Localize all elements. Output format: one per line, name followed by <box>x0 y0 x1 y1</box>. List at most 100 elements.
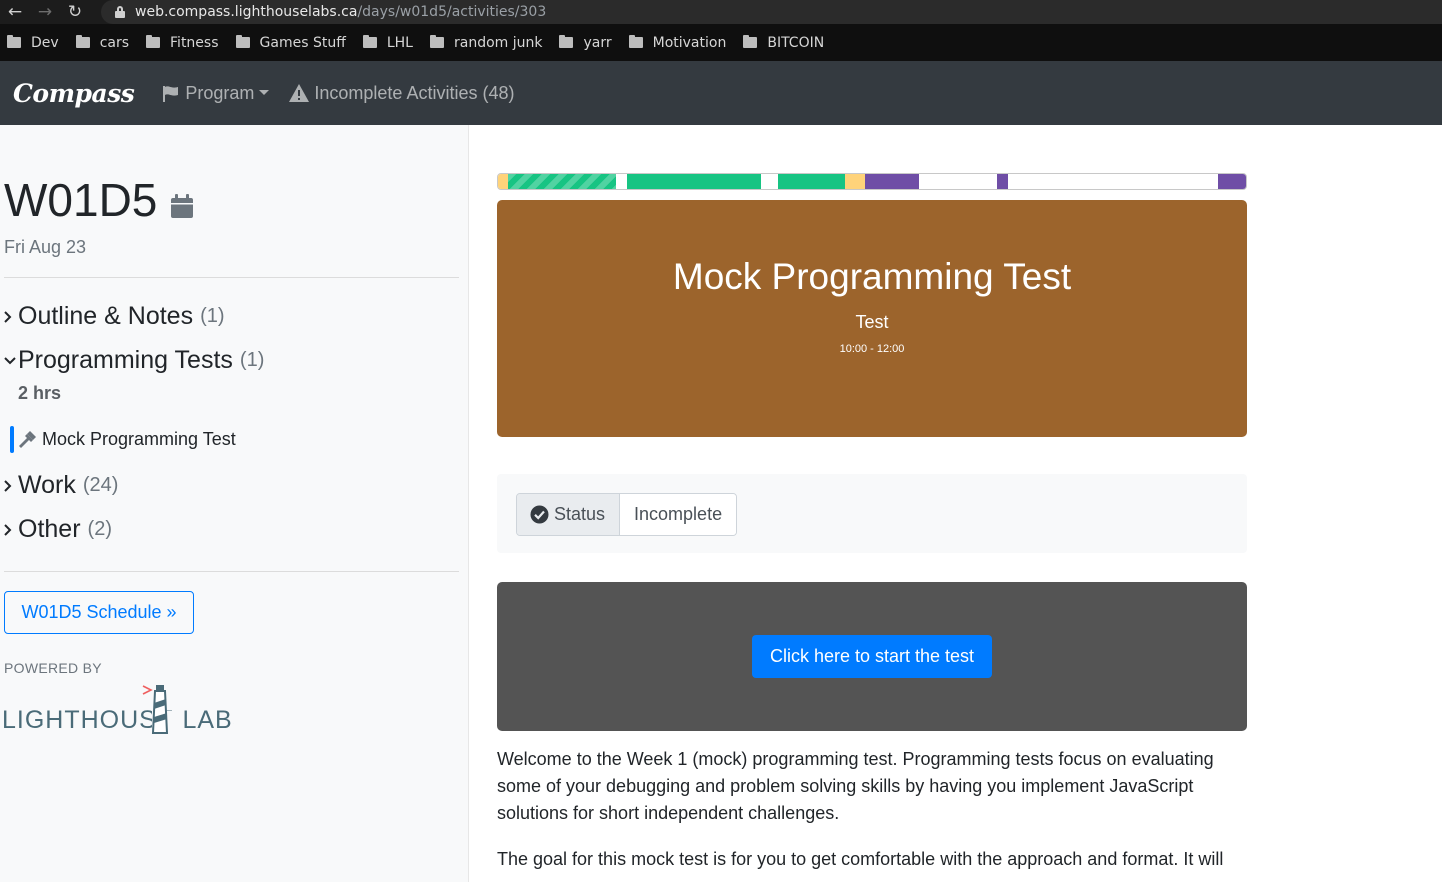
section-other[interactable]: Other (2) <box>4 515 112 544</box>
status-card: Status Incomplete <box>497 474 1247 553</box>
progress-segment[interactable] <box>627 174 761 189</box>
calendar-icon[interactable] <box>171 194 194 218</box>
chevron-right-icon <box>4 479 18 492</box>
progress-segment[interactable] <box>616 174 628 189</box>
progress-segment[interactable] <box>507 174 617 189</box>
folder-icon <box>146 35 161 48</box>
folder-icon <box>743 35 758 48</box>
progress-segment[interactable] <box>845 174 866 189</box>
bookmark-label: Fitness <box>170 34 219 51</box>
program-dropdown[interactable]: Program <box>162 82 270 104</box>
hammer-icon <box>19 430 36 448</box>
bookmark-folder[interactable]: Dev <box>7 35 59 51</box>
powered-by-label: POWERED BY <box>4 660 102 676</box>
bookmark-folder[interactable]: random junk <box>429 35 542 51</box>
activity-title: Mock Programming Test <box>672 256 1072 297</box>
start-test-button[interactable]: Click here to start the test <box>752 635 992 678</box>
section-count: (1) <box>200 305 225 327</box>
activity-hero-card: Mock Programming Test Test 10:00 - 12:00 <box>497 200 1247 437</box>
section-work[interactable]: Work (24) <box>4 471 118 500</box>
incomplete-activities-label: Incomplete Activities (48) <box>314 82 515 103</box>
progress-segment[interactable] <box>498 174 508 189</box>
section-title: Outline & Notes <box>18 302 194 330</box>
bookmarks-bar: Dev cars Fitness Games Stuff LHL random … <box>0 24 1442 61</box>
progress-segment[interactable] <box>919 174 997 189</box>
chevron-right-icon <box>4 523 18 536</box>
progress-segment[interactable] <box>996 174 1009 189</box>
day-schedule-button[interactable]: W01D5 Schedule » <box>4 591 194 634</box>
status-group[interactable]: Status Incomplete <box>516 493 738 536</box>
progress-segment[interactable] <box>865 174 920 189</box>
activity-time: 10:00 - 12:00 <box>839 343 905 355</box>
url-path: /days/w01d5/activities/303 <box>357 4 547 20</box>
status-label-text: Status <box>554 504 606 524</box>
flag-icon <box>163 85 179 102</box>
folder-icon <box>559 35 574 48</box>
day-title-text: W01D5 <box>4 174 158 226</box>
section-count: (24) <box>82 474 119 496</box>
section-outline-notes[interactable]: Outline & Notes (1) <box>4 302 225 331</box>
bookmark-folder[interactable]: yarr <box>559 34 612 51</box>
activity-type: Test <box>855 312 889 332</box>
bookmark-folder[interactable]: LHL <box>362 34 413 51</box>
section-duration: 2 hrs <box>18 383 62 403</box>
folder-icon <box>429 35 444 48</box>
bookmark-folder[interactable]: cars <box>75 34 130 51</box>
folder-icon <box>235 35 250 48</box>
progress-segment[interactable] <box>778 174 846 189</box>
section-title: Programming Tests <box>18 346 233 374</box>
back-arrow-icon[interactable]: ← <box>0 0 30 24</box>
active-indicator <box>10 426 14 453</box>
lock-icon <box>115 6 125 18</box>
activity-label: Mock Programming Test <box>42 429 236 449</box>
description-paragraph: Welcome to the Week 1 (mock) programming… <box>497 749 1214 823</box>
check-circle-icon <box>530 505 549 524</box>
compass-logo[interactable]: Compass <box>13 79 135 108</box>
bookmark-folder[interactable]: Fitness <box>146 35 219 51</box>
url-host: web.compass.lighthouselabs.ca <box>135 4 358 20</box>
bookmark-folder[interactable]: BITCOIN <box>743 35 824 51</box>
bookmark-label: BITCOIN <box>767 34 825 51</box>
bookmark-label: Dev <box>31 34 59 51</box>
progress-segment[interactable] <box>760 174 779 189</box>
warning-icon <box>289 84 310 102</box>
bookmark-folder[interactable]: Games Stuff <box>235 34 346 51</box>
day-sidebar: W01D5 Fri Aug 23 Outline & Notes (1) Pro… <box>0 125 469 882</box>
bookmark-folder[interactable]: Motivation <box>628 34 727 51</box>
bookmark-label: cars <box>99 34 130 51</box>
chevron-down-icon <box>4 356 18 365</box>
lighthouse-labs-logo[interactable]: LIGHTHOUSE LABS <box>2 683 234 735</box>
forward-arrow-icon[interactable]: → <box>30 0 60 24</box>
progress-segment[interactable] <box>1217 174 1246 189</box>
browser-toolbar: ← → ↻ web.compass.lighthouselabs.ca/days… <box>0 0 1442 24</box>
divider <box>4 571 459 572</box>
folder-icon <box>362 35 377 48</box>
app-navbar: Compass Program Incomplete Activities (4… <box>0 61 1442 125</box>
start-test-card: Click here to start the test <box>497 582 1247 731</box>
bookmark-label: Games Stuff <box>259 34 346 51</box>
bookmark-label: yarr <box>583 34 612 51</box>
activity-item-mock-programming-test[interactable]: Mock Programming Test <box>10 426 236 453</box>
address-bar[interactable]: web.compass.lighthouselabs.ca/days/w01d5… <box>101 0 1442 24</box>
chevron-right-icon <box>4 310 18 323</box>
bookmark-label: LHL <box>386 34 413 51</box>
section-count: (2) <box>87 518 112 540</box>
section-title: Other <box>18 515 81 543</box>
folder-icon <box>7 35 21 48</box>
brand-logo-text: LIGHTHOUSE LABS <box>2 706 234 734</box>
section-programming-tests[interactable]: Programming Tests (1) <box>4 346 264 375</box>
folder-icon <box>628 35 643 48</box>
chevron-down-icon <box>259 89 270 95</box>
bookmark-label: Motivation <box>652 34 727 51</box>
section-title: Work <box>18 471 76 499</box>
day-date: Fri Aug 23 <box>4 237 87 257</box>
section-count: (1) <box>239 349 265 371</box>
progress-segment[interactable] <box>1008 174 1218 189</box>
incomplete-activities-link[interactable]: Incomplete Activities (48) <box>289 83 514 104</box>
divider <box>4 277 459 278</box>
status-value[interactable]: Incomplete <box>620 494 737 535</box>
reload-icon[interactable]: ↻ <box>60 0 90 24</box>
program-label: Program <box>185 82 255 103</box>
folder-icon <box>75 35 90 48</box>
day-progress-bar <box>497 173 1247 190</box>
